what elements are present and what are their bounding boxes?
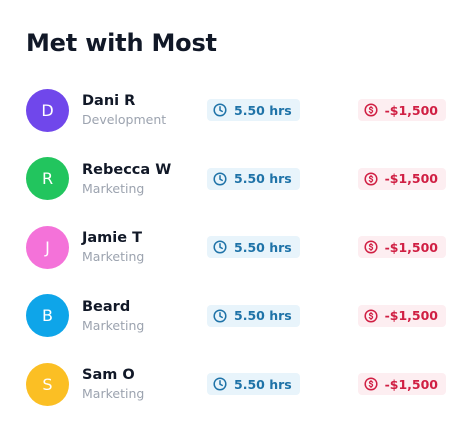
time-badge: 5.50 hrs — [207, 373, 300, 396]
time-value: 5.50 hrs — [234, 102, 292, 118]
person-department: Marketing — [82, 386, 145, 402]
amount-badge: -$1,500 — [357, 167, 446, 190]
card-title: Met with Most — [26, 29, 217, 57]
clock-icon — [213, 377, 227, 391]
person-info: Sam O Marketing — [82, 366, 194, 402]
person-name[interactable]: Sam O — [82, 366, 194, 384]
time-badge: 5.50 hrs — [207, 99, 300, 122]
amount-value: -$1,500 — [384, 308, 438, 324]
person-info: Jamie T Marketing — [82, 229, 194, 265]
clock-icon — [213, 309, 227, 323]
avatar[interactable]: B — [26, 294, 69, 338]
dollar-circle-icon — [364, 309, 378, 323]
avatar[interactable]: R — [26, 157, 69, 201]
person-row[interactable]: B Beard Marketing 5.50 hrs -$1,500 — [26, 282, 446, 351]
person-department: Marketing — [82, 180, 145, 196]
amount-badge: -$1,500 — [357, 373, 446, 396]
clock-icon — [213, 172, 227, 186]
person-row[interactable]: S Sam O Marketing 5.50 hrs -$1,500 — [26, 350, 446, 419]
people-list: D Dani R Development 5.50 hrs -$1,500 R — [26, 76, 446, 419]
person-info: Beard Marketing — [82, 298, 194, 334]
amount-badge: -$1,500 — [357, 99, 446, 122]
time-value: 5.50 hrs — [234, 308, 292, 324]
amount-badge: -$1,500 — [357, 304, 446, 327]
person-department: Marketing — [82, 249, 145, 265]
dollar-circle-icon — [364, 172, 378, 186]
clock-icon — [213, 103, 227, 117]
person-row[interactable]: D Dani R Development 5.50 hrs -$1,500 — [26, 76, 446, 145]
time-value: 5.50 hrs — [234, 376, 292, 392]
person-name[interactable]: Rebecca W — [82, 161, 194, 179]
met-with-most-card: Met with Most D Dani R Development 5.50 … — [0, 0, 472, 424]
person-name[interactable]: Beard — [82, 298, 194, 316]
person-department: Marketing — [82, 317, 145, 333]
amount-value: -$1,500 — [384, 102, 438, 118]
dollar-circle-icon — [364, 103, 378, 117]
amount-value: -$1,500 — [384, 239, 438, 255]
dollar-circle-icon — [364, 240, 378, 254]
clock-icon — [213, 240, 227, 254]
person-department: Development — [82, 112, 167, 128]
dollar-circle-icon — [364, 377, 378, 391]
person-info: Rebecca W Marketing — [82, 161, 194, 197]
avatar[interactable]: S — [26, 362, 69, 406]
time-badge: 5.50 hrs — [207, 236, 300, 259]
amount-value: -$1,500 — [384, 376, 438, 392]
avatar[interactable]: D — [26, 88, 69, 132]
person-row[interactable]: J Jamie T Marketing 5.50 hrs -$1,500 — [26, 213, 446, 282]
person-info: Dani R Development — [82, 92, 194, 128]
time-badge: 5.50 hrs — [207, 304, 300, 327]
person-name[interactable]: Dani R — [82, 92, 194, 110]
amount-value: -$1,500 — [384, 171, 438, 187]
time-badge: 5.50 hrs — [207, 167, 300, 190]
person-row[interactable]: R Rebecca W Marketing 5.50 hrs -$1,500 — [26, 145, 446, 214]
person-name[interactable]: Jamie T — [82, 229, 194, 247]
amount-badge: -$1,500 — [357, 236, 446, 259]
time-value: 5.50 hrs — [234, 171, 292, 187]
time-value: 5.50 hrs — [234, 239, 292, 255]
avatar[interactable]: J — [26, 225, 69, 269]
